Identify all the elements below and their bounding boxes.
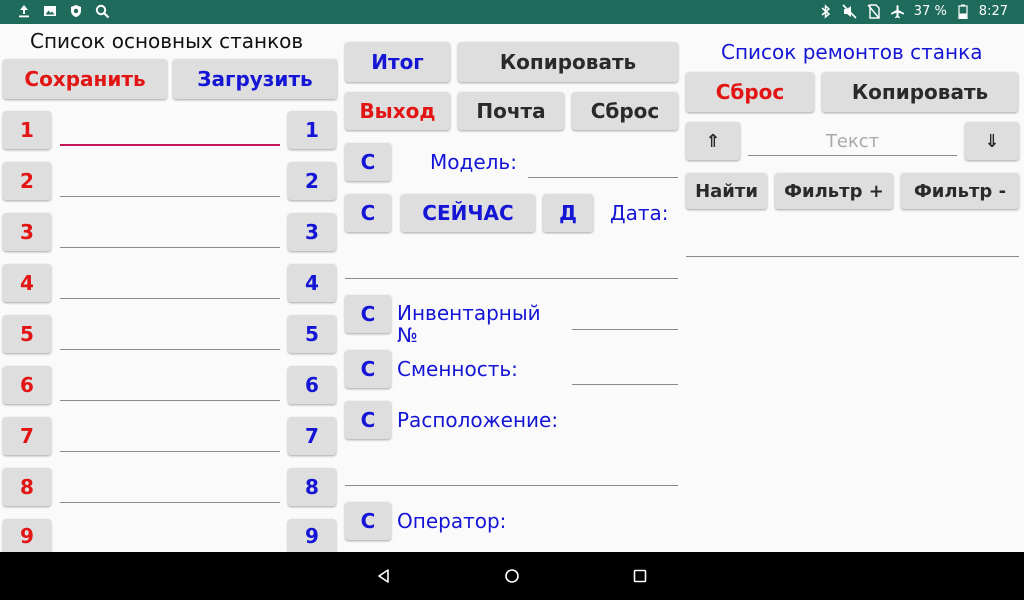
shift-label: Сменность:: [397, 357, 518, 381]
machine-select-button-4[interactable]: 4: [3, 264, 51, 302]
navigation-bar: [0, 552, 1024, 600]
reset-button[interactable]: Сброс: [572, 92, 678, 130]
save-button[interactable]: Сохранить: [3, 59, 167, 99]
machine-field-8[interactable]: [60, 475, 280, 503]
battery-icon: [955, 3, 971, 19]
load-button[interactable]: Загрузить: [173, 59, 337, 99]
machine-field-5[interactable]: [60, 322, 280, 350]
machine-select-button-3[interactable]: 3: [3, 213, 51, 251]
find-button[interactable]: Найти: [686, 173, 767, 209]
arrow-up-button[interactable]: ⇑: [686, 122, 740, 160]
arrow-down-button[interactable]: ⇓: [965, 122, 1019, 160]
bluetooth-icon: [818, 3, 834, 19]
machine-load-button-3[interactable]: 3: [288, 213, 336, 251]
main-machines-title: Список основных станков: [30, 29, 304, 53]
clear-date-button[interactable]: С: [345, 194, 391, 232]
exit-button[interactable]: Выход: [345, 92, 450, 130]
clear-location-button[interactable]: С: [345, 401, 391, 439]
recents-icon[interactable]: [628, 564, 652, 588]
repairs-copy-button[interactable]: Копировать: [822, 72, 1018, 112]
machine-load-button-2[interactable]: 2: [288, 162, 336, 200]
inventory-label: Инвентарный №: [397, 301, 541, 347]
repairs-reset-button[interactable]: Сброс: [686, 72, 814, 112]
home-icon[interactable]: [500, 564, 524, 588]
airplane-icon: [890, 3, 906, 19]
inventory-field[interactable]: [572, 302, 678, 330]
date-field[interactable]: [345, 251, 678, 279]
back-icon[interactable]: [372, 564, 396, 588]
image-icon: [42, 3, 58, 19]
date-picker-button[interactable]: Д: [543, 194, 593, 232]
machine-field-4[interactable]: [60, 271, 280, 299]
machine-load-button-9[interactable]: 9: [288, 519, 336, 552]
mail-button[interactable]: Почта: [458, 92, 564, 130]
model-label: Модель:: [430, 150, 517, 174]
machine-select-button-5[interactable]: 5: [3, 315, 51, 353]
machine-field-7[interactable]: [60, 424, 280, 452]
filter-minus-button[interactable]: Фильтр -: [901, 173, 1019, 209]
status-bar: 37 % 8:27: [0, 0, 1024, 24]
machine-load-button-1[interactable]: 1: [288, 111, 336, 149]
shift-field[interactable]: [572, 357, 678, 385]
date-label: Дата:: [610, 201, 669, 225]
machine-field-6[interactable]: [60, 373, 280, 401]
upload-icon: [16, 3, 32, 19]
machine-select-button-6[interactable]: 6: [3, 366, 51, 404]
machine-select-button-7[interactable]: 7: [3, 417, 51, 455]
machine-select-button-9[interactable]: 9: [3, 519, 51, 552]
search-text-input[interactable]: [748, 128, 957, 156]
machine-field-1[interactable]: [60, 118, 280, 146]
machine-load-button-5[interactable]: 5: [288, 315, 336, 353]
machine-select-button-8[interactable]: 8: [3, 468, 51, 506]
machine-field-3[interactable]: [60, 220, 280, 248]
location-label: Расположение:: [397, 408, 559, 432]
now-button[interactable]: СЕЙЧАС: [401, 194, 535, 232]
clear-model-button[interactable]: С: [345, 143, 391, 181]
shield-icon: [68, 3, 84, 19]
machine-load-button-4[interactable]: 4: [288, 264, 336, 302]
clear-shift-button[interactable]: С: [345, 350, 391, 388]
filter-plus-button[interactable]: Фильтр +: [775, 173, 893, 209]
location-field[interactable]: [345, 458, 678, 486]
machine-load-button-8[interactable]: 8: [288, 468, 336, 506]
machine-select-button-2[interactable]: 2: [3, 162, 51, 200]
repairs-list-title: Список ремонтов станка: [721, 40, 983, 64]
battery-percent: 37 %: [913, 3, 947, 19]
machine-select-button-1[interactable]: 1: [3, 111, 51, 149]
machine-load-button-6[interactable]: 6: [288, 366, 336, 404]
clock: 8:27: [978, 3, 1008, 19]
total-button[interactable]: Итог: [345, 42, 450, 82]
repairs-result-field[interactable]: [686, 229, 1019, 257]
operator-label: Оператор:: [397, 509, 507, 533]
mute-icon: [842, 3, 858, 19]
copy-button[interactable]: Копировать: [458, 42, 678, 82]
machine-load-button-7[interactable]: 7: [288, 417, 336, 455]
clear-inventory-button[interactable]: С: [345, 295, 391, 333]
no-sim-icon: [866, 3, 882, 19]
model-field[interactable]: [528, 150, 678, 178]
machine-field-2[interactable]: [60, 169, 280, 197]
search-icon: [94, 3, 110, 19]
clear-operator-button[interactable]: С: [345, 502, 391, 540]
